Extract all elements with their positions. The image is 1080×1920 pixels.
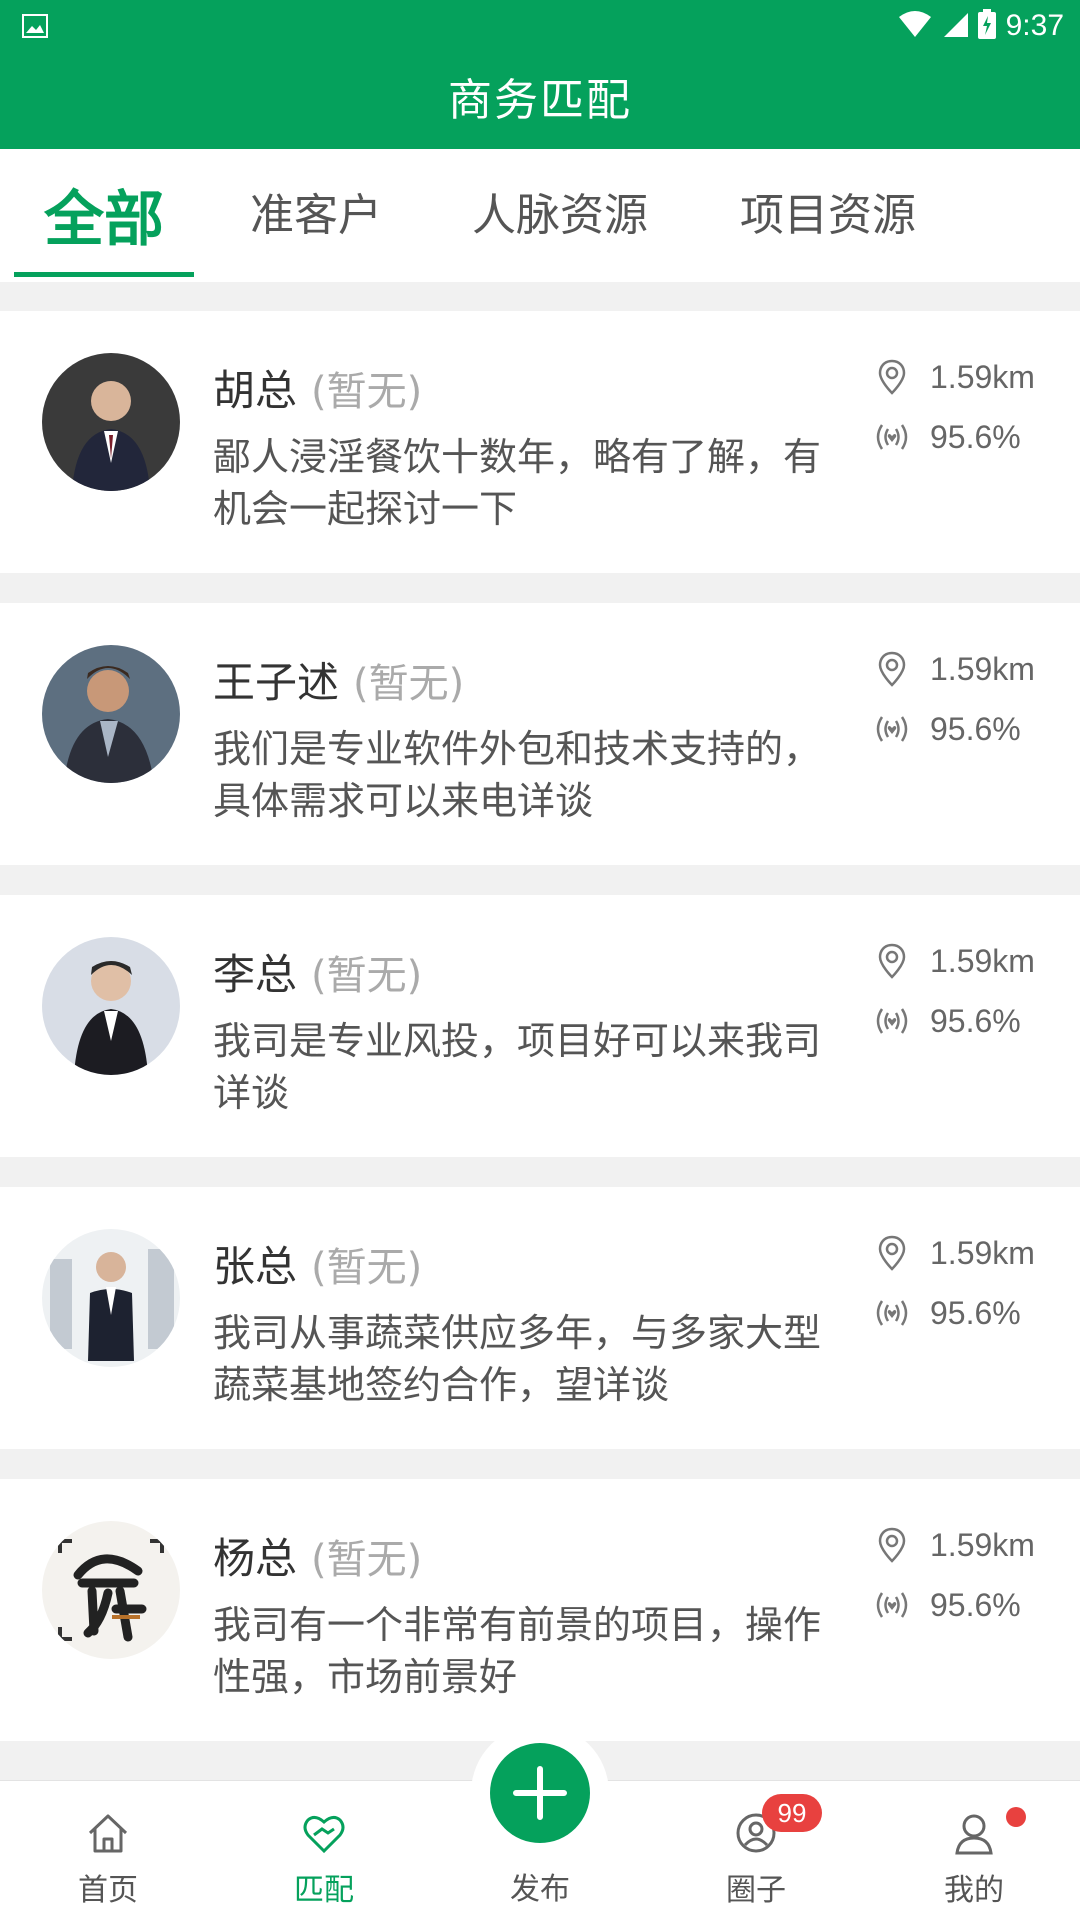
tab-contacts[interactable]: 人脉资源	[472, 179, 648, 243]
contact-name: 李总	[213, 950, 298, 999]
status-bar: 9:37	[0, 0, 1080, 50]
contact-description: 我司从事蔬菜供应多年，与多家大型蔬菜基地签约合作，望详谈	[213, 1311, 822, 1407]
unread-dot	[1006, 1807, 1026, 1827]
match-rate-value: 95.6%	[930, 1294, 1021, 1331]
contact-description: 我司是专业风投，项目好可以来我司详谈	[213, 1019, 822, 1115]
distance-value: 1.59km	[930, 650, 1035, 687]
signal-icon	[942, 11, 968, 41]
distance-value: 1.59km	[930, 942, 1035, 979]
distance-value: 1.59km	[930, 1526, 1035, 1563]
location-pin-icon	[872, 1233, 912, 1273]
page-title: 商务匹配	[448, 75, 632, 126]
gallery-notification-icon	[22, 14, 48, 42]
match-signal-icon	[872, 1585, 912, 1625]
contact-name: 胡总	[213, 366, 298, 415]
avatar	[42, 1521, 180, 1659]
match-signal-icon	[872, 709, 912, 749]
match-rate-value: 95.6%	[930, 710, 1021, 747]
list-item[interactable]: 胡总 (暂无) 鄙人浸淫餐饮十数年，略有了解，有机会一起探讨一下 1.59km 9…	[0, 311, 1080, 573]
avatar	[42, 1229, 180, 1367]
nav-circle-label: 圈子	[726, 1873, 786, 1908]
contact-tag: (暂无)	[311, 1245, 423, 1291]
notification-badge: 99	[762, 1794, 822, 1832]
filter-tabs: 全部 准客户 人脉资源 项目资源	[0, 149, 1080, 282]
location-pin-icon	[872, 941, 912, 981]
contact-name: 杨总	[213, 1534, 298, 1583]
location-pin-icon	[872, 357, 912, 397]
tab-prospects[interactable]: 准客户	[250, 179, 382, 243]
contact-description: 我司有一个非常有前景的项目，操作性强，市场前景好	[213, 1603, 822, 1699]
nav-match-label: 匹配	[294, 1873, 354, 1908]
list-item[interactable]: 王子述 (暂无) 我们是专业软件外包和技术支持的，具体需求可以来电详谈 1.59k…	[0, 603, 1080, 865]
match-signal-icon	[872, 417, 912, 457]
tab-projects[interactable]: 项目资源	[740, 179, 916, 243]
avatar	[42, 645, 180, 783]
avatar	[42, 353, 180, 491]
home-icon	[48, 1811, 168, 1859]
contact-description: 我们是专业软件外包和技术支持的，具体需求可以来电详谈	[213, 727, 822, 823]
match-rate-value: 95.6%	[930, 1586, 1021, 1623]
publish-button[interactable]	[490, 1743, 590, 1843]
match-rate-value: 95.6%	[930, 418, 1021, 455]
list-item[interactable]: 张总 (暂无) 我司从事蔬菜供应多年，与多家大型蔬菜基地签约合作，望详谈 1.59…	[0, 1187, 1080, 1449]
contact-tag: (暂无)	[353, 661, 465, 707]
location-pin-icon	[872, 649, 912, 689]
distance-value: 1.59km	[930, 358, 1035, 395]
contact-name: 王子述	[213, 658, 340, 707]
contact-tag: (暂无)	[311, 1537, 423, 1583]
wifi-icon	[898, 11, 932, 41]
nav-home[interactable]: 首页	[48, 1811, 168, 1909]
contact-description: 鄙人浸淫餐饮十数年，略有了解，有机会一起探讨一下	[213, 435, 822, 531]
contact-tag: (暂无)	[311, 369, 423, 415]
nav-mine-label: 我的	[944, 1873, 1004, 1908]
battery-icon	[977, 9, 996, 43]
distance-value: 1.59km	[930, 1234, 1035, 1271]
match-rate-value: 95.6%	[930, 1002, 1021, 1039]
contact-name: 张总	[213, 1242, 298, 1291]
plus-icon	[513, 1766, 567, 1820]
active-tab-indicator	[14, 272, 194, 277]
handshake-heart-icon	[264, 1811, 384, 1859]
location-pin-icon	[872, 1525, 912, 1565]
status-time: 9:37	[1005, 9, 1064, 42]
tab-all[interactable]: 全部	[44, 171, 164, 258]
match-signal-icon	[872, 1293, 912, 1333]
app-header: 9:37 商务匹配	[0, 0, 1080, 149]
list-item[interactable]: 杨总 (暂无) 我司有一个非常有前景的项目，操作性强，市场前景好 1.59km 9…	[0, 1479, 1080, 1741]
match-list: 胡总 (暂无) 鄙人浸淫餐饮十数年，略有了解，有机会一起探讨一下 1.59km 9…	[0, 311, 1080, 1771]
list-item[interactable]: 李总 (暂无) 我司是专业风投，项目好可以来我司详谈 1.59km 95.6%	[0, 895, 1080, 1157]
nav-home-label: 首页	[78, 1873, 138, 1908]
nav-match[interactable]: 匹配	[264, 1811, 384, 1909]
contact-tag: (暂无)	[311, 953, 423, 999]
publish-label: 发布	[510, 1872, 570, 1907]
avatar	[42, 937, 180, 1075]
match-signal-icon	[872, 1001, 912, 1041]
